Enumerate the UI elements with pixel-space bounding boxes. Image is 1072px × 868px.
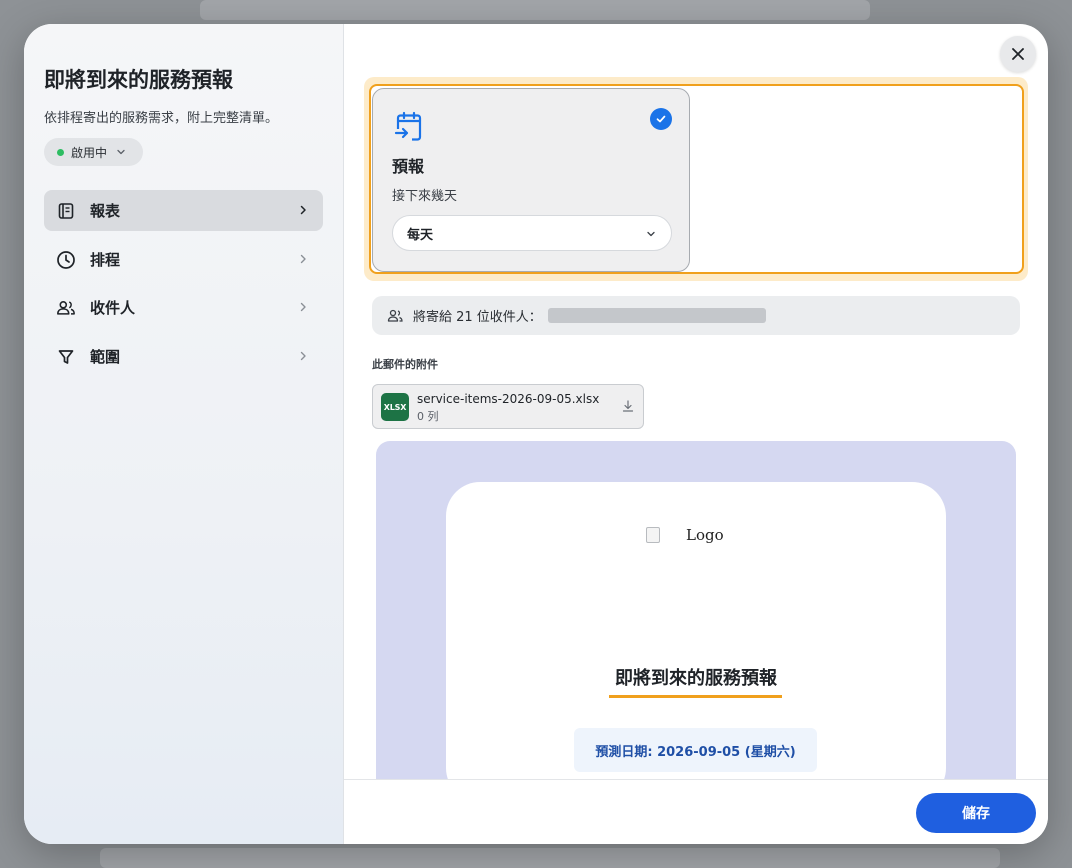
email-preview: Logo 即將到來的服務預報 預測日期: 2026-09-05 (星期六): [376, 441, 1016, 781]
frequency-value: 每天: [407, 227, 434, 243]
sidebar-item-label: 排程: [90, 251, 121, 269]
active-status-dot: [57, 148, 64, 156]
chevron-right-icon: [300, 351, 306, 361]
sidebar-item-schedule[interactable]: 排程: [44, 239, 323, 280]
email-title-underline: [609, 695, 782, 698]
save-button[interactable]: 儲存: [916, 793, 1036, 833]
download-icon[interactable]: [621, 399, 635, 413]
people-icon: [56, 298, 76, 318]
selected-check-icon: [650, 108, 672, 130]
close-button[interactable]: [1000, 36, 1036, 72]
sidebar-item-report[interactable]: 報表: [44, 190, 323, 231]
sidebar: 即將到來的服務預報 依排程寄出的服務需求，附上完整清單。 啟用中 報表 排程 收…: [24, 24, 344, 844]
email-title: 即將到來的服務預報: [615, 668, 777, 689]
sidebar-item-label: 範圍: [90, 348, 121, 366]
excel-file-icon: XLSX: [381, 393, 409, 421]
chevron-right-icon: [300, 254, 306, 264]
recipients-text: 將寄給 21 位收件人：: [413, 310, 542, 325]
chevron-down-icon: [647, 231, 655, 237]
forecast-report-card[interactable]: 預報 接下來幾天 每天: [372, 88, 690, 272]
calendar-arrow-icon: [394, 111, 422, 141]
sidebar-item-scope[interactable]: 範圍: [44, 336, 323, 377]
attachment-file-name: service-items-2026-09-05.xlsx: [417, 392, 600, 406]
filter-icon: [56, 347, 76, 367]
sidebar-item-label: 收件人: [90, 299, 136, 317]
forecast-date-banner: 預測日期: 2026-09-05 (星期六): [574, 728, 817, 772]
sidebar-item-recipients[interactable]: 收件人: [44, 287, 323, 328]
forecast-settings-dialog: 即將到來的服務預報 依排程寄出的服務需求，附上完整清單。 啟用中 報表 排程 收…: [24, 24, 1048, 844]
chevron-right-icon: [300, 205, 306, 215]
report-icon: [56, 201, 76, 221]
email-body: Logo 即將到來的服務預報 預測日期: 2026-09-05 (星期六): [446, 482, 946, 781]
dialog-title: 即將到來的服務預報: [44, 68, 233, 92]
close-icon: [1012, 48, 1024, 60]
broken-image-icon: [646, 527, 660, 543]
attachment-row-count: 0 列: [417, 410, 439, 423]
card-subtitle: 接下來幾天: [392, 189, 458, 204]
main-panel: 預報 接下來幾天 每天 將寄給 21 位收件人： 此郵件的附件 XLSX ser…: [344, 24, 1048, 844]
attachments-heading: 此郵件的附件: [372, 358, 438, 371]
attachment-file[interactable]: XLSX service-items-2026-09-05.xlsx 0 列: [372, 384, 644, 429]
email-logo: Logo: [646, 526, 724, 544]
chevron-down-icon: [117, 149, 125, 155]
people-icon: [387, 309, 403, 322]
status-dropdown[interactable]: 啟用中: [44, 138, 143, 166]
redacted-recipient-list: [547, 308, 766, 323]
clock-icon: [56, 250, 76, 270]
dialog-subtitle: 依排程寄出的服務需求，附上完整清單。: [44, 111, 279, 126]
card-title: 預報: [392, 157, 425, 176]
recipients-summary: 將寄給 21 位收件人：: [372, 296, 1020, 335]
frequency-select[interactable]: 每天: [392, 215, 672, 251]
chevron-right-icon: [300, 302, 306, 312]
status-label: 啟用中: [71, 145, 108, 160]
logo-alt-text: Logo: [686, 526, 724, 544]
sidebar-item-label: 報表: [90, 202, 121, 220]
dialog-footer: 儲存: [344, 779, 1048, 844]
